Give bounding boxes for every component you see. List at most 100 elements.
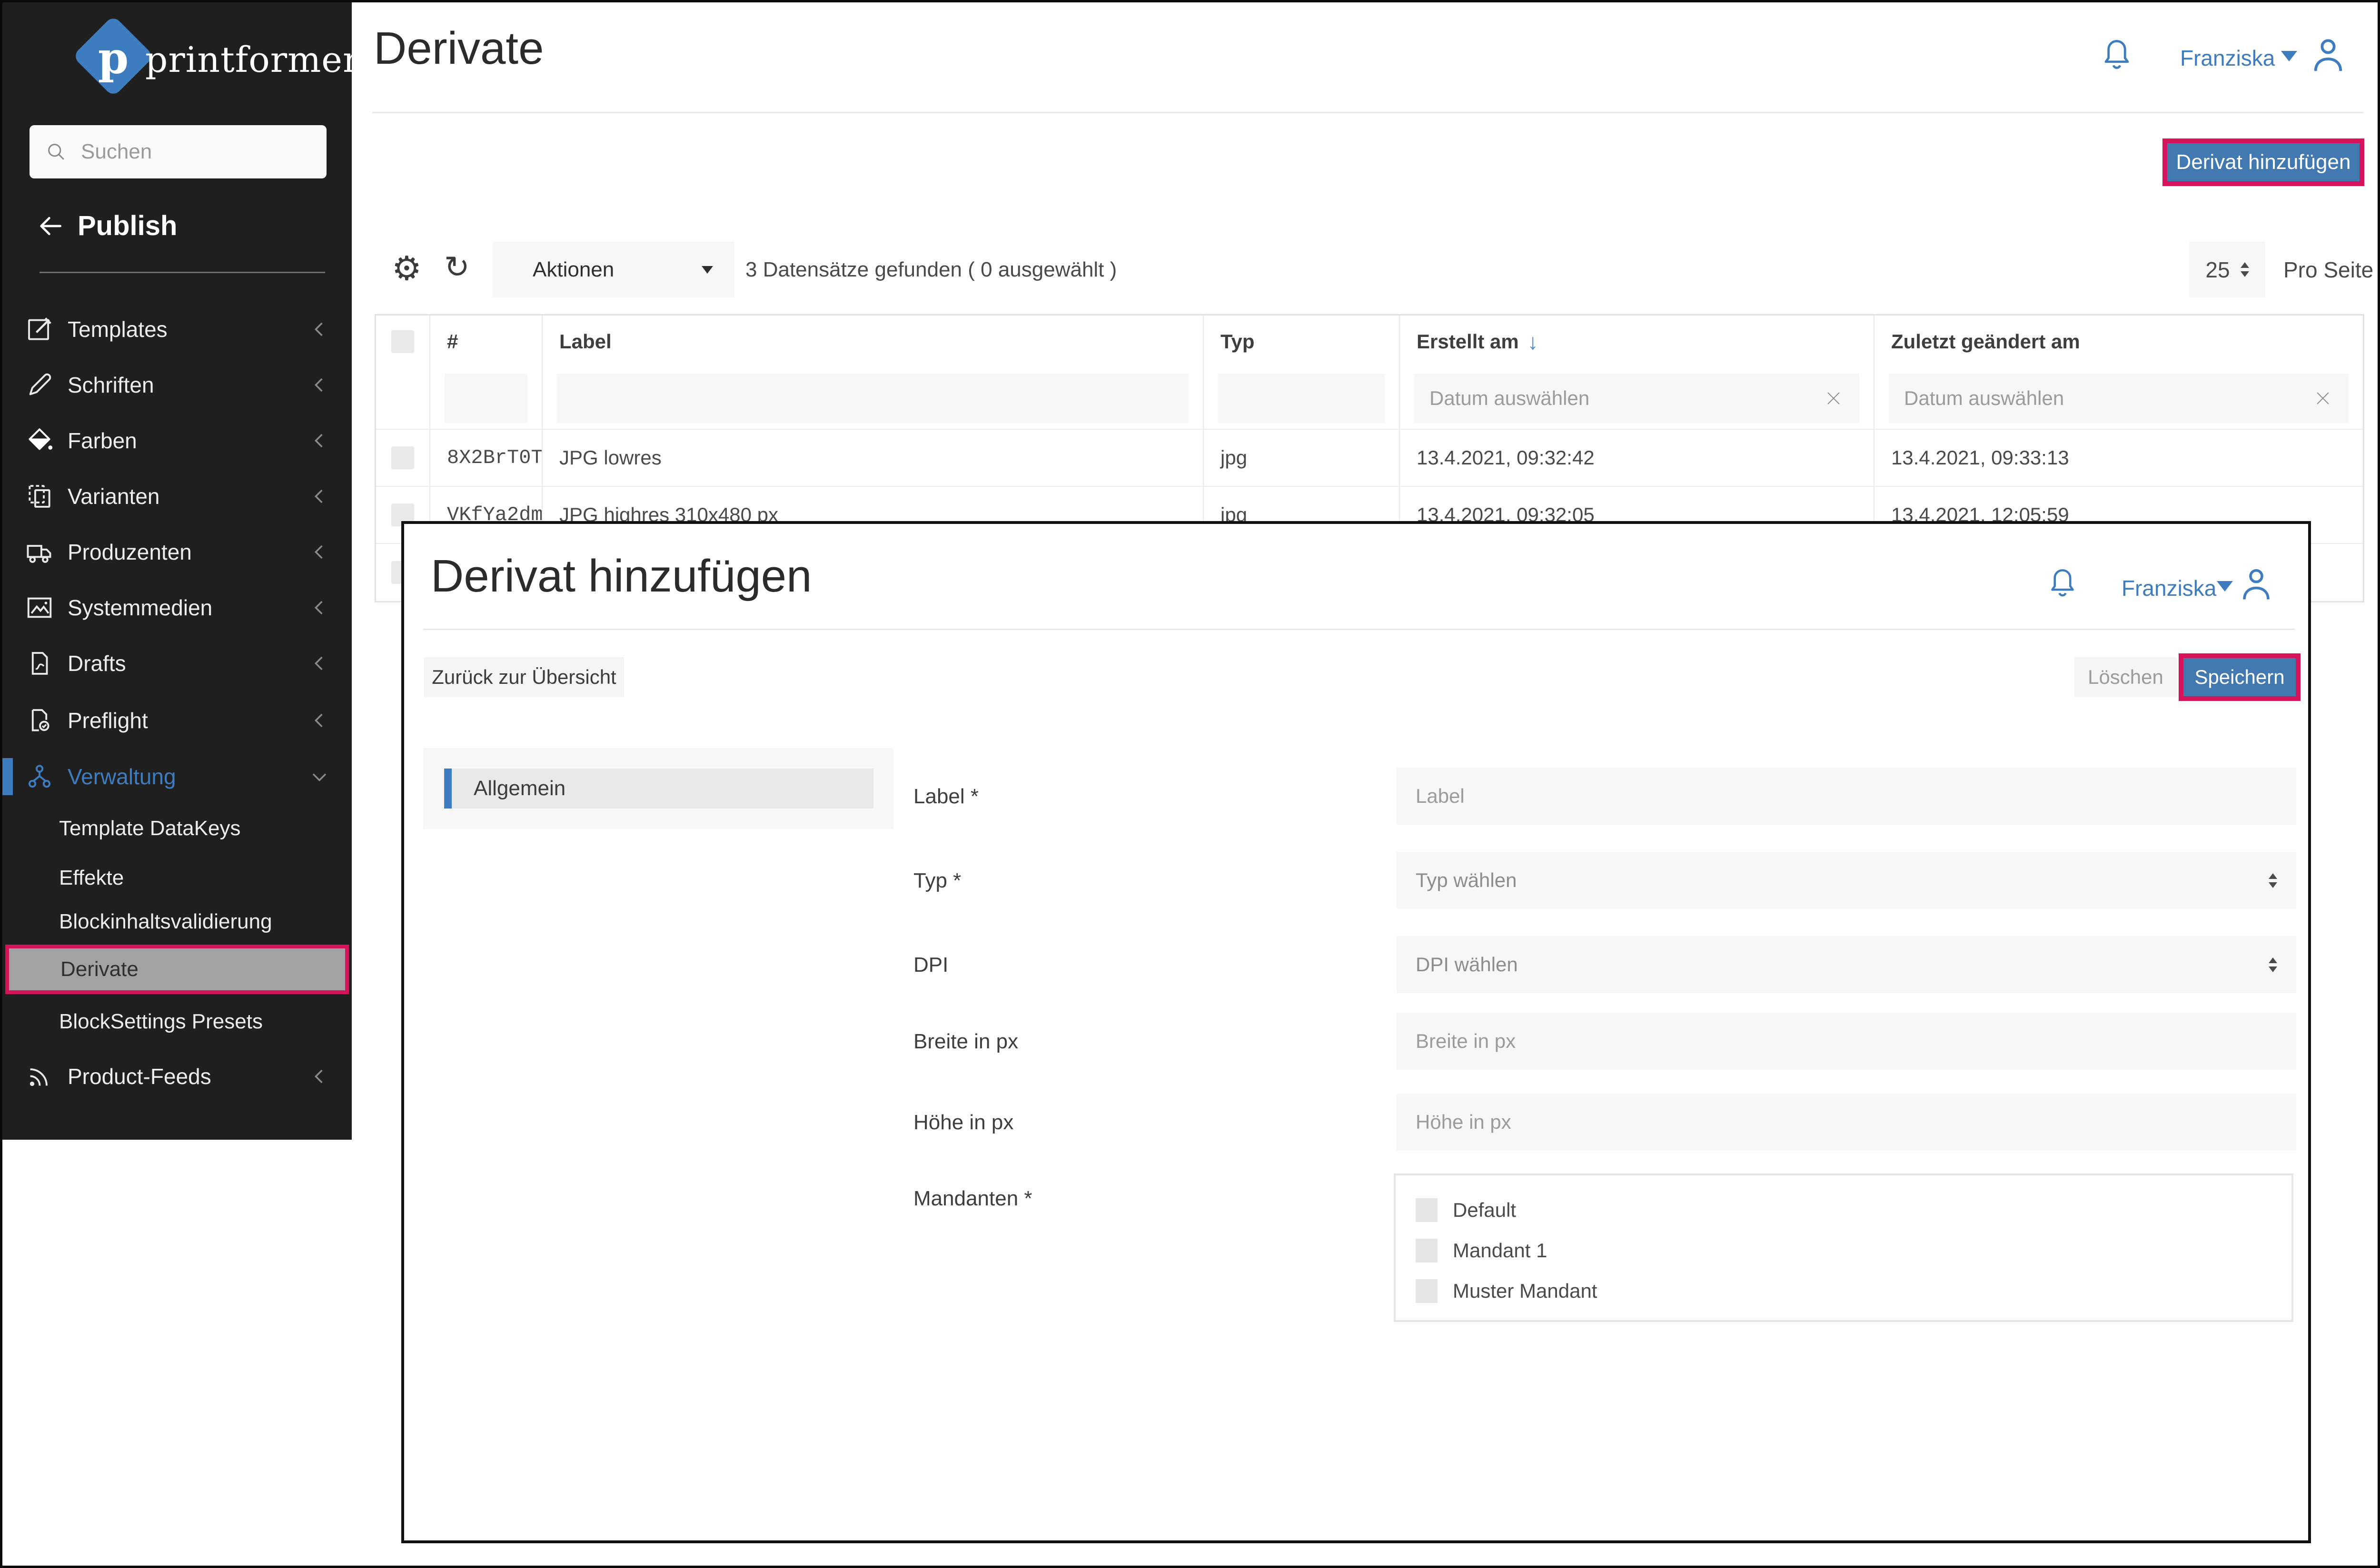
chevron-left-icon[interactable] xyxy=(307,428,332,453)
erstellt-date-filter[interactable]: Datum auswählen xyxy=(1414,374,1859,423)
sort-descending-icon[interactable]: ↓ xyxy=(1527,329,1538,355)
sidebar-item-product-feeds[interactable]: Product-Feeds xyxy=(2,1048,352,1104)
app-window: p printformer Publish Templates Schrifte… xyxy=(0,0,2380,1568)
sidebar-subitem-blockinhaltsvalidierung[interactable]: Blockinhaltsvalidierung xyxy=(2,897,352,947)
mandant-option-mandant1[interactable]: Mandant 1 xyxy=(1416,1239,1547,1262)
actions-dropdown[interactable]: Aktionen xyxy=(493,242,734,297)
chevron-left-icon[interactable] xyxy=(307,484,332,509)
row-id: 8X2BrT0T xyxy=(430,430,543,487)
geaendert-date-filter[interactable]: Datum auswählen xyxy=(1889,374,2349,423)
actions-dropdown-label: Aktionen xyxy=(533,258,702,282)
column-header-label[interactable]: Label xyxy=(543,316,1204,368)
chevron-left-icon[interactable] xyxy=(307,373,332,397)
checkbox-icon[interactable] xyxy=(1416,1279,1438,1303)
sidebar-subitem-label: Blockinhaltsvalidierung xyxy=(59,910,272,934)
chevron-left-icon[interactable] xyxy=(307,317,332,342)
column-header-id[interactable]: # xyxy=(430,316,543,368)
sidebar-item-verwaltung[interactable]: Verwaltung xyxy=(2,749,352,804)
typ-select-value: Typ wählen xyxy=(1416,869,2269,892)
checkbox-icon[interactable] xyxy=(1416,1239,1438,1262)
label-input[interactable] xyxy=(1416,785,2277,808)
column-header-typ[interactable]: Typ xyxy=(1204,316,1400,368)
user-name[interactable]: Franziska xyxy=(2122,575,2216,601)
hoehe-input[interactable] xyxy=(1416,1111,2277,1134)
field-label-dpi: DPI xyxy=(913,953,948,977)
field-label-typ: Typ * xyxy=(913,869,961,893)
printformer-logo-glyph: p xyxy=(84,27,142,89)
sidebar-subitem-effekte[interactable]: Effekte xyxy=(2,853,352,903)
sidebar-item-label: Verwaltung xyxy=(68,764,176,789)
org-users-icon xyxy=(24,761,55,792)
tab-allgemein[interactable]: Allgemein xyxy=(444,769,873,809)
back-to-publish[interactable]: Publish xyxy=(36,210,177,242)
breite-input[interactable] xyxy=(1416,1030,2277,1053)
row-checkbox[interactable] xyxy=(391,446,414,469)
select-arrows-icon xyxy=(2269,957,2277,972)
page-size-select[interactable]: 25 xyxy=(2189,242,2265,297)
sidebar-item-schriften[interactable]: Schriften xyxy=(2,357,352,413)
brand-name: printformer xyxy=(145,39,360,80)
publish-label: Publish xyxy=(78,210,177,242)
sidebar-search[interactable] xyxy=(30,125,327,178)
chevron-left-icon[interactable] xyxy=(307,651,332,676)
chevron-down-icon[interactable] xyxy=(307,764,332,789)
label-input-field xyxy=(1397,768,2296,825)
column-header-geaendert[interactable]: Zuletzt geändert am xyxy=(1874,316,2363,368)
modal-title: Derivat hinzufügen xyxy=(431,550,812,602)
row-created: 13.4.2021, 09:32:42 xyxy=(1400,430,1874,487)
select-all-checkbox[interactable] xyxy=(391,330,414,353)
refresh-icon[interactable]: ↻ xyxy=(444,252,470,282)
typ-select-field[interactable]: Typ wählen xyxy=(1397,852,2296,909)
user-name[interactable]: Franziska xyxy=(2180,45,2275,71)
arrow-left-icon xyxy=(36,211,65,241)
mandant-option-muster[interactable]: Muster Mandant xyxy=(1416,1279,1597,1303)
sidebar-subitem-template-datakeys[interactable]: Template DataKeys xyxy=(2,804,352,853)
sidebar-item-label: Drafts xyxy=(68,651,126,676)
breite-input-field xyxy=(1397,1013,2296,1070)
sidebar-item-varianten[interactable]: Varianten xyxy=(2,468,352,524)
sidebar-item-drafts[interactable]: Drafts xyxy=(2,635,352,691)
modal-header-divider xyxy=(423,629,2295,630)
clear-filter-x-icon[interactable] xyxy=(1823,388,1844,409)
row-modified: 13.4.2021, 09:33:13 xyxy=(1874,430,2363,487)
chevron-left-icon[interactable] xyxy=(307,540,332,564)
filter-label-cell xyxy=(543,368,1204,430)
add-derivat-button[interactable]: Derivat hinzufügen xyxy=(2167,143,2360,181)
user-avatar-icon[interactable] xyxy=(2309,31,2348,79)
sidebar-item-preflight[interactable]: Preflight xyxy=(2,692,352,748)
user-avatar-icon[interactable] xyxy=(2238,561,2275,607)
id-filter-input[interactable] xyxy=(445,374,527,423)
user-menu-dropdown-icon[interactable] xyxy=(2217,581,2233,592)
sidebar-item-produzenten[interactable]: Produzenten xyxy=(2,524,352,580)
row-label[interactable]: JPG lowres xyxy=(543,430,1204,487)
dpi-select-field[interactable]: DPI wählen xyxy=(1397,936,2296,993)
sidebar-item-templates[interactable]: Templates xyxy=(2,301,352,357)
notifications-bell-icon[interactable] xyxy=(2047,563,2078,607)
save-button[interactable]: Speichern xyxy=(2183,658,2296,696)
pdf-document-icon xyxy=(24,648,55,679)
search-input[interactable] xyxy=(81,140,309,164)
sidebar-item-systemmedien[interactable]: Systemmedien xyxy=(2,580,352,635)
label-filter-input[interactable] xyxy=(557,374,1189,423)
chevron-left-icon[interactable] xyxy=(307,595,332,620)
delete-button[interactable]: Löschen xyxy=(2074,657,2177,697)
checkbox-icon[interactable] xyxy=(1416,1198,1438,1222)
table-settings-gear-icon[interactable]: ⚙ xyxy=(392,252,422,285)
typ-filter-input[interactable] xyxy=(1218,374,1385,423)
select-arrows-icon xyxy=(2269,873,2277,888)
mandant-option-default[interactable]: Default xyxy=(1416,1198,1516,1222)
notifications-bell-icon[interactable] xyxy=(2101,34,2133,79)
sidebar-item-label: Preflight xyxy=(68,708,148,733)
results-count: 3 Datensätze gefunden ( 0 ausgewählt ) xyxy=(745,242,1117,297)
sidebar-subitem-blocksettings-presets[interactable]: BlockSettings Presets xyxy=(2,997,352,1046)
sidebar-subitem-label: BlockSettings Presets xyxy=(59,1010,263,1034)
add-derivat-button-highlight: Derivat hinzufügen xyxy=(2162,138,2364,186)
user-menu-dropdown-icon[interactable] xyxy=(2281,51,2297,61)
chevron-left-icon[interactable] xyxy=(307,708,332,733)
back-to-overview-button[interactable]: Zurück zur Übersicht xyxy=(424,657,624,697)
clear-filter-x-icon[interactable] xyxy=(2312,388,2333,409)
column-header-erstellt[interactable]: Erstellt am↓ xyxy=(1400,316,1874,368)
sidebar-subitem-derivate-active[interactable]: Derivate xyxy=(5,945,349,994)
sidebar-item-farben[interactable]: Farben xyxy=(2,413,352,468)
chevron-left-icon[interactable] xyxy=(307,1064,332,1089)
